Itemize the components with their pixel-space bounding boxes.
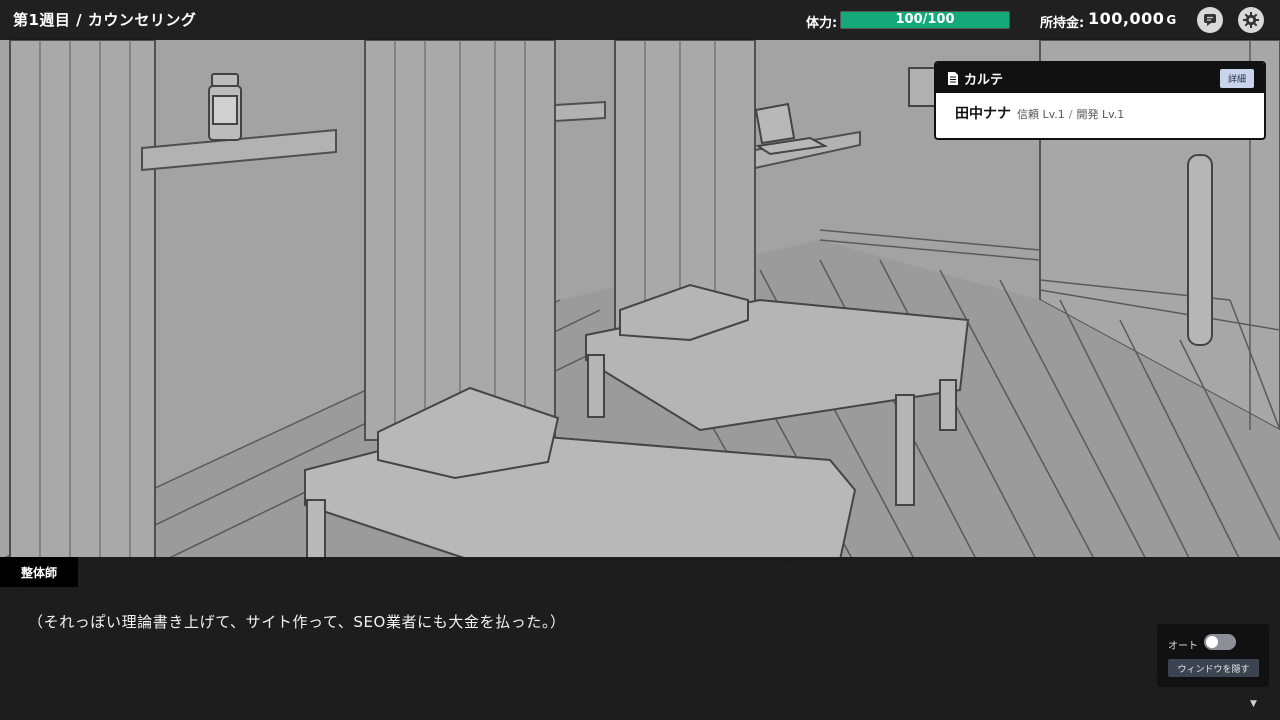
development-level: 開発 Lv.1: [1076, 108, 1125, 121]
dialogue-text: （それっぽい理論書き上げて、サイト作って、SEO業者にも大金を払った。）: [28, 613, 566, 631]
money-value: 100,000: [1088, 9, 1165, 28]
karte-body: 田中ナナ 信頼 Lv.1 / 開発 Lv.1: [936, 93, 1264, 123]
stamina-label: 体力:: [806, 16, 838, 31]
money-display: 100,000 G: [1088, 9, 1177, 28]
karte-header: カルテ 詳細: [936, 63, 1264, 93]
dialogue-window[interactable]: 整体師 （それっぽい理論書き上げて、サイト作って、SEO業者にも大金を払った。）…: [0, 557, 1280, 720]
karte-panel: カルテ 詳細 田中ナナ 信頼 Lv.1 / 開発 Lv.1: [934, 61, 1266, 140]
next-indicator-icon: ▼: [1250, 699, 1257, 709]
karte-title: カルテ: [964, 72, 1004, 88]
auto-toggle[interactable]: [1204, 634, 1236, 650]
dialogue-controls: オート ウィンドウを隠す: [1157, 624, 1269, 687]
settings-button[interactable]: [1238, 7, 1264, 33]
document-icon: [948, 71, 958, 85]
hide-window-button[interactable]: ウィンドウを隠す: [1168, 659, 1259, 677]
trust-level: 信頼 Lv.1: [1017, 108, 1065, 121]
chat-bubble-icon: [1204, 14, 1216, 26]
stamina-value: 100/100: [895, 12, 955, 27]
gear-icon: [1243, 12, 1259, 28]
message-log-button[interactable]: [1197, 7, 1223, 33]
money-label: 所持金:: [1040, 16, 1085, 31]
auto-label: オート: [1168, 641, 1198, 652]
stat-separator: /: [1068, 108, 1073, 121]
speaker-name: 整体師: [0, 557, 78, 587]
toggle-knob: [1206, 636, 1218, 648]
chapter-title: 第1週目 / カウンセリング: [13, 11, 197, 29]
money-unit: G: [1166, 13, 1177, 27]
stamina-bar: 100/100: [840, 11, 1010, 29]
top-bar: 第1週目 / カウンセリング 体力: 100/100 所持金: 100,000 G: [0, 0, 1280, 40]
karte-detail-button[interactable]: 詳細: [1219, 68, 1254, 88]
patient-name: 田中ナナ: [955, 106, 1011, 122]
